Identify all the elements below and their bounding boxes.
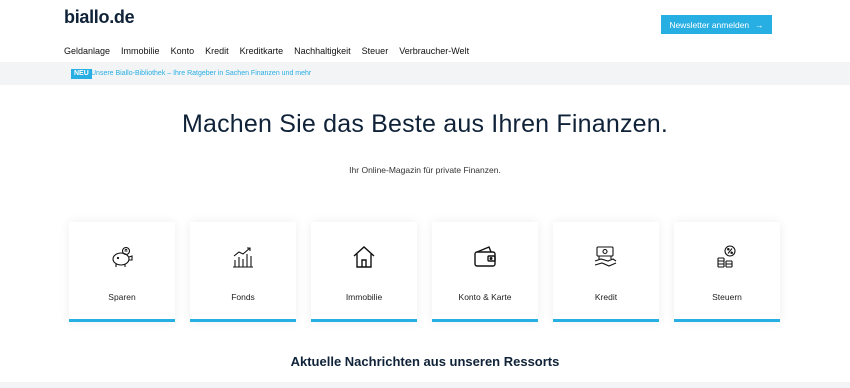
logo[interactable]: biallo.de bbox=[64, 7, 135, 28]
site-header: biallo.de Newsletter anmelden → Geldanla… bbox=[0, 0, 850, 62]
category-card-sparen[interactable]: Sparen bbox=[69, 222, 175, 322]
announcement-banner[interactable]: NEU Unsere Biallo-Bibliothek – Ihre Ratg… bbox=[0, 62, 850, 85]
main-nav: Geldanlage Immobilie Konto Kredit Kredit… bbox=[64, 46, 469, 56]
nav-item-geldanlage[interactable]: Geldanlage bbox=[64, 46, 110, 56]
chart-icon bbox=[233, 247, 253, 268]
hero-subtitle: Ihr Online-Magazin für private Finanzen. bbox=[349, 165, 501, 175]
house-icon bbox=[353, 246, 375, 268]
piggy-bank-icon bbox=[112, 246, 133, 267]
category-card-steuern[interactable]: Steuern bbox=[674, 222, 780, 322]
banner-link[interactable]: Unsere Biallo-Bibliothek – Ihre Ratgeber… bbox=[91, 69, 311, 79]
nav-item-steuer[interactable]: Steuer bbox=[362, 46, 389, 56]
category-label: Fonds bbox=[231, 292, 255, 302]
section-divider bbox=[0, 382, 850, 388]
category-label: Kredit bbox=[594, 292, 618, 302]
nav-item-verbraucher-welt[interactable]: Verbraucher-Welt bbox=[399, 46, 469, 56]
category-card-immobilie[interactable]: Immobilie bbox=[311, 222, 417, 322]
nav-item-kredit[interactable]: Kredit bbox=[205, 46, 229, 56]
hero-title: Machen Sie das Beste aus Ihren Finanzen. bbox=[181, 110, 669, 138]
category-label: Sparen bbox=[108, 292, 136, 302]
new-badge: NEU bbox=[71, 69, 92, 79]
nav-item-konto[interactable]: Konto bbox=[171, 46, 195, 56]
category-card-kredit[interactable]: Kredit bbox=[553, 222, 659, 322]
arrow-right-icon: → bbox=[755, 19, 764, 30]
nav-item-nachhaltigkeit[interactable]: Nachhaltigkeit bbox=[294, 46, 351, 56]
category-label: Konto & Karte bbox=[458, 292, 512, 302]
wallet-icon bbox=[474, 246, 496, 267]
coins-percent-icon bbox=[717, 245, 736, 268]
newsletter-button[interactable]: Newsletter anmelden → bbox=[661, 15, 772, 34]
money-hand-icon bbox=[594, 246, 617, 267]
category-label: Steuern bbox=[712, 292, 742, 302]
category-card-konto-karte[interactable]: Konto & Karte bbox=[432, 222, 538, 322]
nav-item-kreditkarte[interactable]: Kreditkarte bbox=[240, 46, 284, 56]
newsletter-label: Newsletter anmelden bbox=[669, 19, 750, 30]
nav-item-immobilie[interactable]: Immobilie bbox=[121, 46, 160, 56]
category-label: Immobilie bbox=[345, 292, 383, 302]
category-cards: Sparen Fonds Immobilie Konto & Karte Kre… bbox=[69, 222, 780, 322]
news-section-title: Aktuelle Nachrichten aus unseren Ressort… bbox=[290, 354, 560, 369]
category-card-fonds[interactable]: Fonds bbox=[190, 222, 296, 322]
